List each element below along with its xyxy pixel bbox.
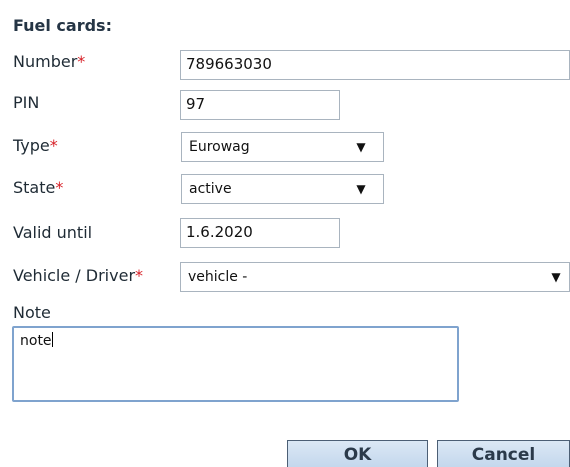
required-marker: *: [55, 178, 64, 197]
state-select[interactable]: active ▼: [181, 174, 384, 204]
state-label: State*: [13, 178, 63, 197]
number-input[interactable]: 789663030: [180, 50, 570, 80]
state-label-text: State: [13, 178, 56, 197]
type-value: Eurowag: [189, 139, 250, 155]
vehicle-driver-select[interactable]: vehicle - ▼: [180, 262, 570, 292]
ok-button[interactable]: OK: [287, 440, 428, 467]
chevron-down-icon: ▼: [356, 140, 366, 154]
pin-label-text: PIN: [13, 93, 40, 112]
required-marker: *: [135, 266, 144, 285]
form-title: Fuel cards:: [13, 16, 112, 35]
vehicle-driver-label: Vehicle / Driver*: [13, 266, 143, 285]
pin-value: 97: [186, 95, 206, 113]
number-label-text: Number: [13, 52, 78, 71]
type-select[interactable]: Eurowag ▼: [181, 132, 384, 162]
valid-until-input[interactable]: 1.6.2020: [180, 218, 340, 248]
required-marker: *: [49, 136, 58, 155]
type-label: Type*: [13, 136, 58, 155]
type-label-text: Type: [13, 136, 50, 155]
valid-until-label-text: Valid until: [13, 223, 93, 242]
fuel-card-form: Fuel cards: Number* 789663030 PIN 97 Typ…: [0, 0, 570, 467]
pin-label: PIN: [13, 93, 39, 112]
state-value: active: [189, 181, 232, 197]
number-label: Number*: [13, 52, 85, 71]
valid-until-value: 1.6.2020: [186, 223, 253, 241]
chevron-down-icon: ▼: [551, 270, 561, 284]
vehicle-driver-value: vehicle -: [188, 269, 248, 285]
note-value: note: [20, 333, 52, 349]
vehicle-driver-label-text: Vehicle / Driver: [13, 266, 136, 285]
required-marker: *: [77, 52, 86, 71]
number-value: 789663030: [186, 55, 272, 73]
note-label-text: Note: [13, 303, 51, 322]
note-textarea[interactable]: note: [12, 326, 459, 402]
valid-until-label: Valid until: [13, 223, 92, 242]
note-label: Note: [13, 303, 51, 322]
cancel-button[interactable]: Cancel: [437, 440, 570, 467]
chevron-down-icon: ▼: [356, 182, 366, 196]
pin-input[interactable]: 97: [180, 90, 340, 120]
text-caret: [51, 332, 53, 347]
